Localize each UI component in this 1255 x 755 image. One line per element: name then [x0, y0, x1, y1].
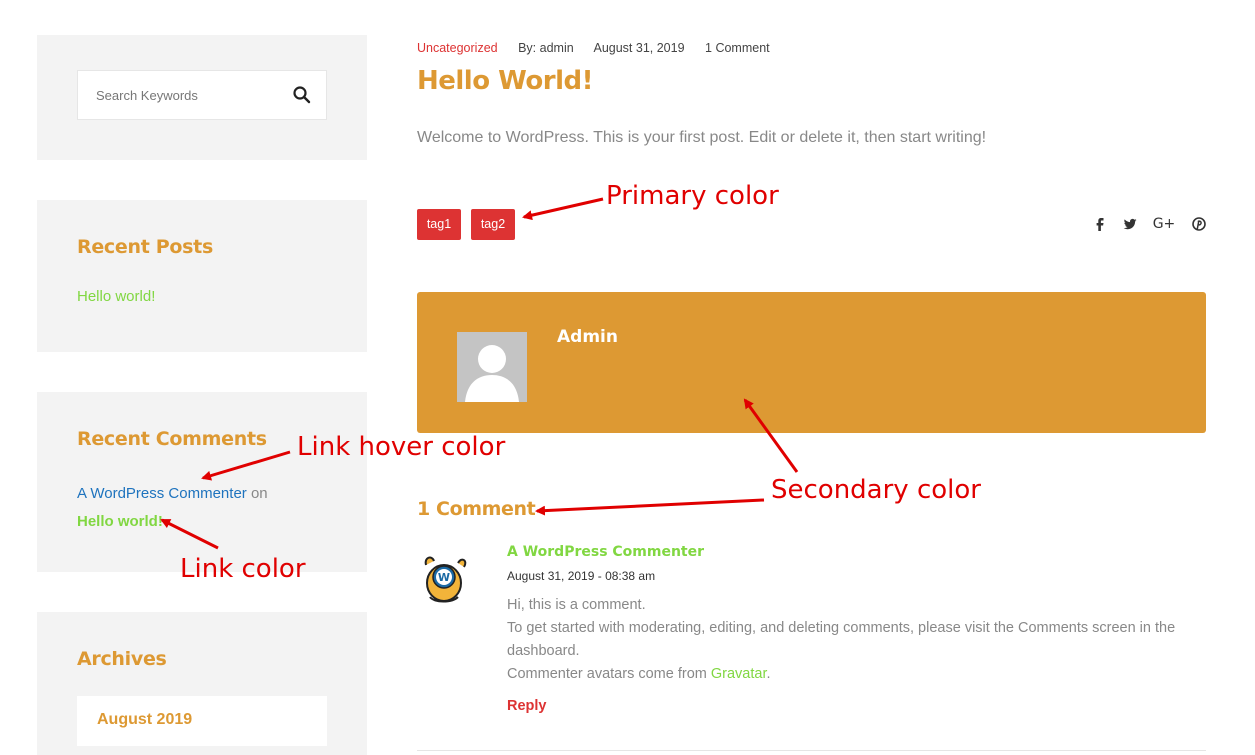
recent-comment-post-link[interactable]: Hello world!	[77, 513, 163, 530]
post-author[interactable]: By: admin	[518, 41, 574, 55]
post-category-link[interactable]: Uncategorized	[417, 41, 498, 55]
post-date[interactable]: August 31, 2019	[593, 41, 684, 55]
annotation-link-hover-color: Link hover color	[297, 432, 506, 462]
annotation-primary-color: Primary color	[606, 181, 779, 211]
search-box	[77, 70, 327, 120]
search-icon[interactable]	[292, 85, 312, 105]
post-comment-count[interactable]: 1 Comment	[705, 41, 770, 55]
author-avatar	[457, 332, 527, 402]
annotation-arrow-primary	[522, 197, 604, 221]
facebook-icon[interactable]	[1091, 214, 1109, 234]
recent-comment-author-link[interactable]: A WordPress Commenter	[77, 485, 247, 502]
twitter-icon[interactable]	[1121, 214, 1139, 234]
google-plus-icon[interactable]: G+	[1152, 214, 1176, 234]
search-input[interactable]	[78, 71, 278, 119]
comment-text: Hi, this is a comment. To get started wi…	[507, 594, 1207, 686]
recent-comment-item: A WordPress Commenter on Hello world!	[77, 480, 327, 536]
comments-title: 1 Comment	[417, 498, 536, 520]
annotation-arrow-secondary-title	[535, 498, 765, 516]
search-widget	[37, 35, 367, 160]
annotation-secondary-color: Secondary color	[771, 475, 981, 505]
recent-posts-widget: Recent Posts Hello world!	[37, 200, 367, 352]
author-name: Admin	[557, 327, 618, 347]
tag-button[interactable]: tag1	[417, 209, 461, 240]
recent-comments-title: Recent Comments	[77, 428, 267, 450]
recent-posts-title: Recent Posts	[77, 236, 213, 258]
wapuu-avatar-icon: W	[420, 553, 470, 605]
recent-comments-widget: Recent Comments A WordPress Commenter on…	[37, 392, 367, 572]
post-title: Hello World!	[417, 66, 593, 96]
comment-text-prefix: Commenter avatars come from	[507, 666, 711, 682]
post-meta: Uncategorized By: admin August 31, 2019 …	[417, 41, 787, 55]
divider	[417, 750, 1206, 751]
annotation-link-color: Link color	[180, 554, 306, 584]
archives-title: Archives	[77, 648, 167, 670]
comment-date: August 31, 2019 - 08:38 am	[507, 569, 656, 583]
recent-post-link[interactable]: Hello world!	[77, 288, 155, 305]
svg-text:W: W	[438, 571, 450, 584]
comment-line: Hi, this is a comment.	[507, 597, 646, 613]
reply-button[interactable]: Reply	[507, 698, 547, 714]
gravatar-link[interactable]: Gravatar	[711, 666, 767, 682]
comment-text-suffix: .	[766, 666, 771, 682]
tag-button[interactable]: tag2	[471, 209, 515, 240]
pinterest-icon[interactable]	[1190, 214, 1208, 234]
author-box: Admin	[417, 292, 1206, 433]
recent-comment-on: on	[250, 485, 268, 502]
archives-widget: Archives August 2019	[37, 612, 367, 755]
comment-author-link[interactable]: A WordPress Commenter	[507, 544, 704, 560]
comment-line: To get started with moderating, editing,…	[507, 620, 1176, 659]
post-body: Welcome to WordPress. This is your first…	[417, 129, 987, 146]
comment-line: Commenter avatars come from Gravatar.	[507, 663, 1207, 686]
archive-item[interactable]: August 2019	[77, 696, 327, 746]
